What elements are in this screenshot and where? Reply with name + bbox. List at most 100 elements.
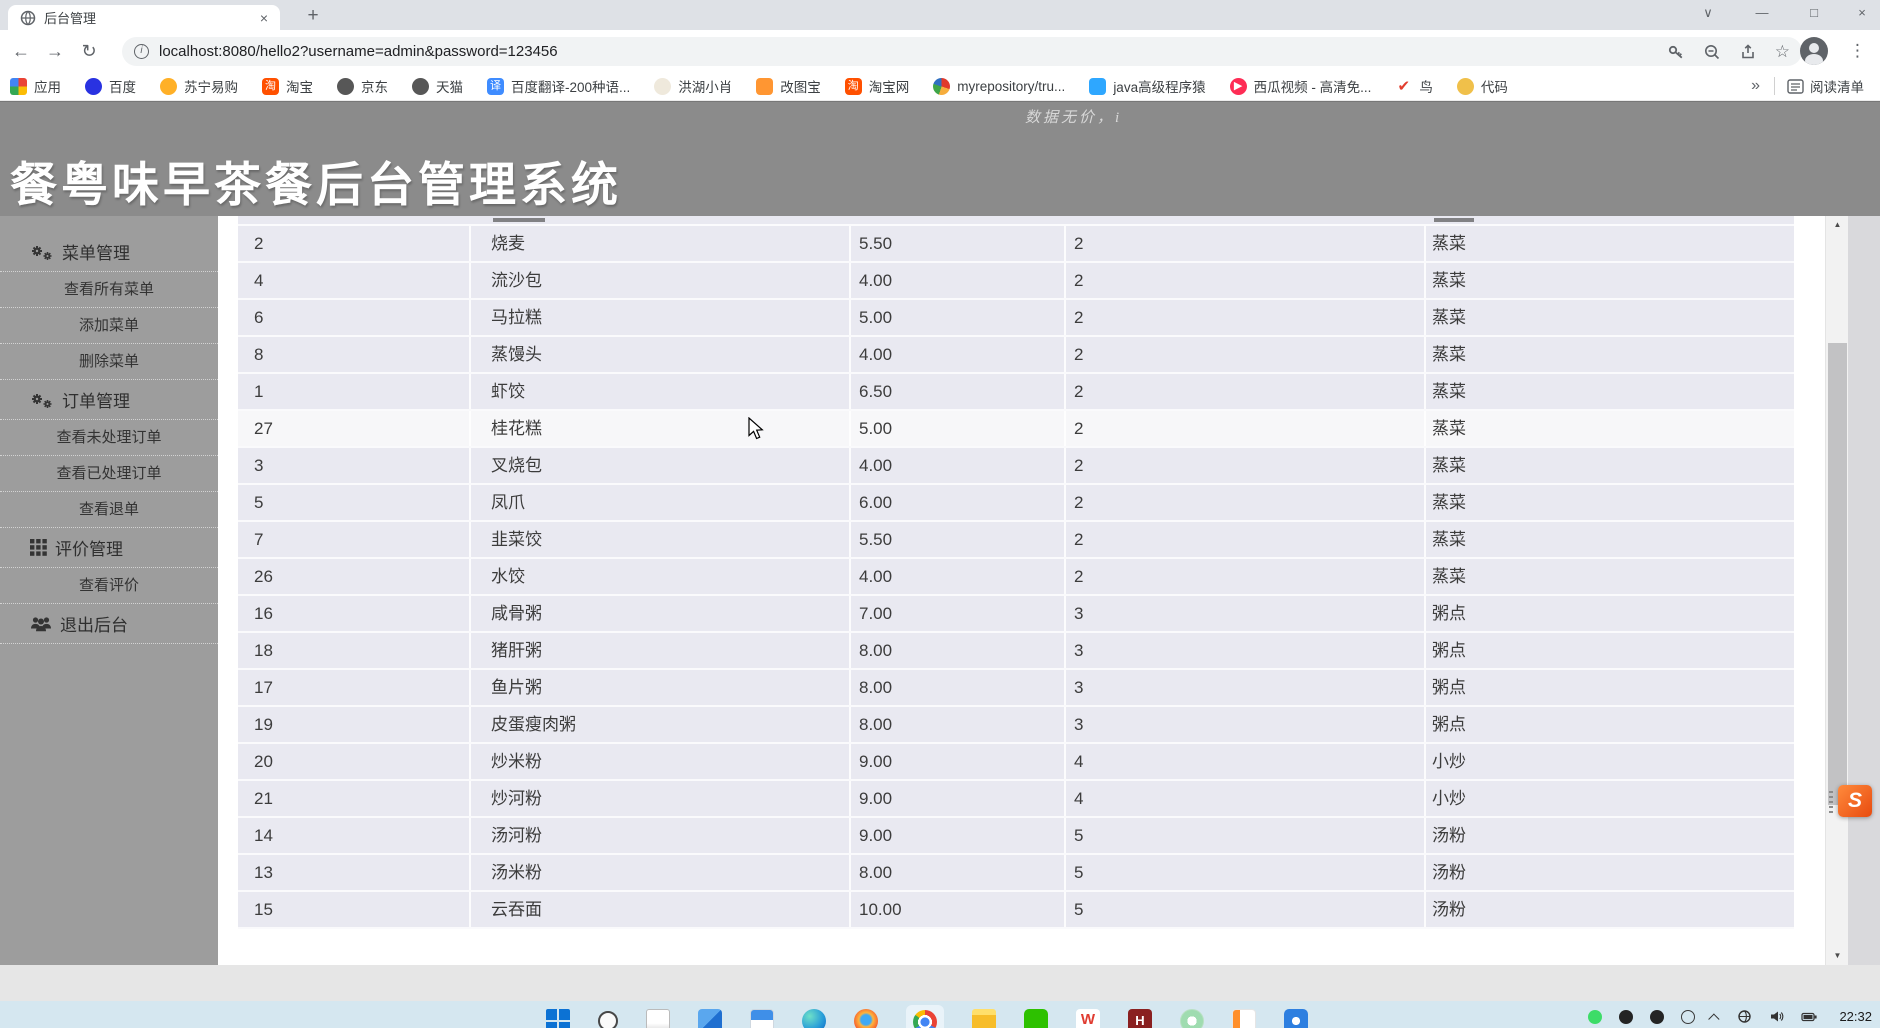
reading-list-label[interactable]: 阅读清单 (1810, 76, 1870, 96)
sidebar-item-查看已处理订单[interactable]: 查看已处理订单 (0, 456, 218, 492)
battery-icon[interactable] (1801, 1010, 1818, 1024)
site-info-icon[interactable]: i (134, 44, 149, 59)
browser-tab[interactable]: 后台管理 × (8, 5, 280, 30)
menu-table-row[interactable]: 17 鱼片粥 8.00 3 粥点 (238, 670, 1794, 707)
menu-table-row[interactable]: 14 汤河粉 9.00 5 汤粉 (238, 818, 1794, 855)
browser-menu-icon[interactable]: ⋮ (1849, 37, 1866, 65)
sidebar-item-删除菜单[interactable]: 删除菜单 (0, 344, 218, 380)
menu-table-row[interactable]: 1 虾饺 6.50 2 蒸菜 (238, 374, 1794, 411)
category-id: 3 (1066, 596, 1426, 631)
notes-taskbar-icon[interactable] (646, 1009, 670, 1028)
scroll-down-button[interactable]: ▼ (1826, 947, 1849, 965)
inner-scrollbar[interactable]: ▲ ▼ (1825, 216, 1848, 965)
menu-table-row[interactable]: 5 凤爪 6.00 2 蒸菜 (238, 485, 1794, 522)
bookmark-item[interactable]: 百度 (85, 76, 136, 96)
bookmark-item[interactable]: 译百度翻译-200种语... (487, 76, 630, 96)
window-maximize-button[interactable]: □ (1794, 0, 1834, 28)
taskbar-clock[interactable]: 22:32 (1839, 1009, 1872, 1024)
sidebar-group-评价管理[interactable]: 评价管理 (0, 528, 218, 568)
new-tab-button[interactable]: + (300, 4, 326, 30)
bookmark-item[interactable]: 洪湖小肖 (654, 76, 732, 96)
network-icon[interactable] (1737, 1009, 1752, 1024)
menu-table-row[interactable]: 4 流沙包 4.00 2 蒸菜 (238, 263, 1794, 300)
explorer-taskbar-icon[interactable] (972, 1009, 996, 1028)
bookmark-star-icon[interactable]: ☆ (1775, 42, 1790, 62)
snipaste-handle[interactable] (1829, 791, 1833, 813)
bookmark-item[interactable]: 京东 (337, 76, 388, 96)
bookmark-item[interactable]: 苏宁易购 (160, 76, 238, 96)
menu-table-row[interactable]: 27 桂花糕 5.00 2 蒸菜 (238, 411, 1794, 448)
menu-table-row[interactable]: 15 云吞面 10.00 5 汤粉 (238, 892, 1794, 929)
menu-name: 凤爪 (471, 485, 851, 520)
bookmark-item[interactable]: myrepository/tru... (933, 77, 1065, 95)
menu-table-row[interactable]: 20 炒米粉 9.00 4 小炒 (238, 744, 1794, 781)
bookmark-item[interactable]: java高级程序猿 (1089, 76, 1206, 96)
hidden-icons-chevron-icon[interactable] (1708, 1012, 1720, 1025)
snipaste-icon[interactable]: S (1838, 785, 1872, 817)
sidebar-item-添加菜单[interactable]: 添加菜单 (0, 308, 218, 344)
reading-list-icon[interactable] (1787, 78, 1804, 95)
menu-table-row[interactable]: 7 韭菜饺 5.50 2 蒸菜 (238, 522, 1794, 559)
scroll-up-button[interactable]: ▲ (1826, 216, 1849, 234)
scrollbar-thumb[interactable] (1828, 343, 1847, 805)
bookmark-item[interactable]: 淘淘宝 (262, 76, 313, 96)
green-taskbar-icon[interactable] (1180, 1009, 1204, 1028)
mail-taskbar-icon[interactable] (750, 1009, 774, 1028)
bookmark-item[interactable]: ▶ 西瓜视频 - 高清免... (1229, 76, 1371, 96)
edge-taskbar-icon[interactable] (802, 1009, 826, 1028)
sidebar-group-菜单管理[interactable]: 菜单管理 (0, 232, 218, 272)
wps-taskbar-icon[interactable]: W (1076, 1009, 1100, 1028)
sidebar-item-查看所有菜单[interactable]: 查看所有菜单 (0, 272, 218, 308)
bookmark-item[interactable]: 应用 (10, 76, 61, 96)
reload-button[interactable]: ↻ (76, 38, 102, 64)
bookmark-item[interactable]: 代码 (1456, 76, 1508, 96)
menu-table-row[interactable]: 8 蒸馒头 4.00 2 蒸菜 (238, 337, 1794, 374)
address-bar[interactable]: i localhost:8080/hello2?username=admin&p… (122, 37, 1802, 66)
menu-table-row[interactable]: 13 汤米粉 8.00 5 汤粉 (238, 855, 1794, 892)
bookmarks-overflow-icon[interactable]: » (1751, 77, 1760, 95)
menu-table-row[interactable]: 21 炒河粉 9.00 4 小炒 (238, 781, 1794, 818)
sidebar-group-退出后台[interactable]: 退出后台 (0, 604, 218, 644)
tray-outline-app-icon[interactable] (1681, 1009, 1696, 1024)
menu-table-row[interactable]: 2 烧麦 5.50 2 蒸菜 (238, 226, 1794, 263)
menu-table-row[interactable]: 16 咸骨粥 7.00 3 粥点 (238, 596, 1794, 633)
window-minimize-button[interactable]: — (1742, 0, 1782, 28)
menu-table-row[interactable]: 26 水饺 4.00 2 蒸菜 (238, 559, 1794, 596)
volume-icon[interactable] (1769, 1009, 1784, 1024)
menu-table-row[interactable]: 19 皮蛋瘦肉粥 8.00 3 粥点 (238, 707, 1794, 744)
wechat-taskbar-icon[interactable] (1024, 1009, 1048, 1028)
office-taskbar-icon[interactable] (1232, 1009, 1256, 1028)
bookmark-item[interactable]: 天猫 (412, 76, 463, 96)
search-taskbar-icon[interactable] (598, 1011, 618, 1028)
bookmark-item[interactable]: 淘淘宝网 (844, 76, 909, 96)
tray-green-app-icon[interactable] (1588, 1009, 1603, 1024)
password-key-icon[interactable] (1667, 43, 1685, 61)
tray-app2-icon[interactable] (1650, 1009, 1665, 1024)
menu-table-row[interactable]: 6 马拉糕 5.00 2 蒸菜 (238, 300, 1794, 337)
tray-app-icon[interactable] (1619, 1009, 1634, 1024)
menu-price: 5.50 (851, 522, 1066, 557)
menu-table-row[interactable]: 3 叉烧包 4.00 2 蒸菜 (238, 448, 1794, 485)
tab-search-icon[interactable]: ∨ (1688, 0, 1728, 28)
profile-avatar[interactable] (1800, 37, 1828, 65)
start-taskbar-icon[interactable] (546, 1009, 570, 1028)
zoom-out-icon[interactable] (1703, 43, 1721, 61)
huya-taskbar-icon[interactable]: H (1128, 1009, 1152, 1028)
back-button[interactable]: ← (8, 38, 34, 64)
sidebar-group-订单管理[interactable]: 订单管理 (0, 380, 218, 420)
sidebar-item-查看退单[interactable]: 查看退单 (0, 492, 218, 528)
menu-table-row[interactable]: 18 猪肝粥 8.00 3 粥点 (238, 633, 1794, 670)
sidebar-item-查看评价[interactable]: 查看评价 (0, 568, 218, 604)
bookmark-item[interactable]: ✔ 鸟 (1395, 76, 1433, 96)
url-text[interactable]: localhost:8080/hello2?username=admin&pas… (159, 43, 1649, 60)
bookmark-item[interactable]: 改图宝 (756, 76, 821, 96)
forward-button[interactable]: → (42, 38, 68, 64)
sidebar-item-查看未处理订单[interactable]: 查看未处理订单 (0, 420, 218, 456)
chrome-taskbar-icon[interactable] (913, 1010, 937, 1028)
tab-close-icon[interactable]: × (256, 10, 272, 26)
taskview-taskbar-icon[interactable] (698, 1009, 722, 1028)
firefox-taskbar-icon[interactable] (854, 1009, 878, 1028)
share-icon[interactable] (1739, 43, 1757, 61)
blue-taskbar-icon[interactable] (1284, 1009, 1308, 1028)
window-close-button[interactable]: × (1842, 0, 1880, 28)
